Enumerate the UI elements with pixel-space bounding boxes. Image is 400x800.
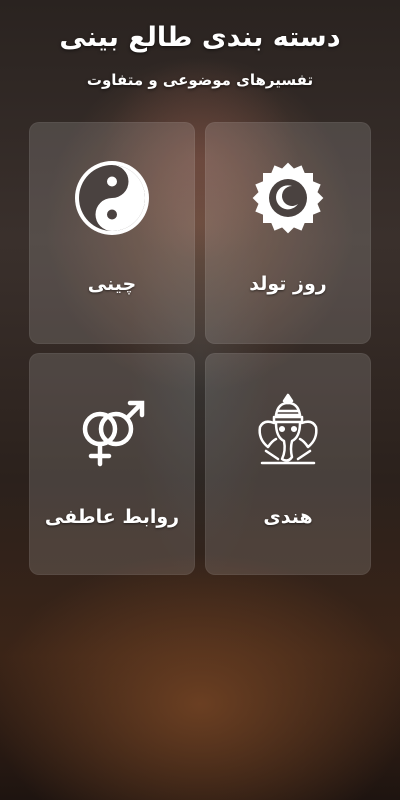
category-label: چینی	[87, 273, 137, 295]
gender-symbols-icon	[72, 389, 152, 469]
sun-moon-icon	[248, 158, 328, 238]
page-subtitle: تفسیرهای موضوعی و متفاوت	[86, 71, 314, 89]
category-card-relationships[interactable]: روابط عاطفی	[29, 353, 195, 575]
yin-yang-icon	[72, 158, 152, 238]
category-label: روز تولد	[249, 273, 327, 295]
header: دسته بندی طالع بینی تفسیرهای موضوعی و مت…	[0, 0, 400, 92]
ganesha-icon	[248, 389, 328, 469]
category-grid: روز تولد چینی هندی روابط عاطفی	[29, 122, 371, 576]
category-card-indian[interactable]: هندی	[205, 353, 371, 575]
category-card-birthday[interactable]: روز تولد	[205, 122, 371, 344]
page-title: دسته بندی طالع بینی	[59, 22, 341, 53]
category-label: هندی	[263, 506, 313, 528]
category-label: روابط عاطفی	[44, 506, 180, 528]
category-card-chinese[interactable]: چینی	[29, 122, 195, 344]
